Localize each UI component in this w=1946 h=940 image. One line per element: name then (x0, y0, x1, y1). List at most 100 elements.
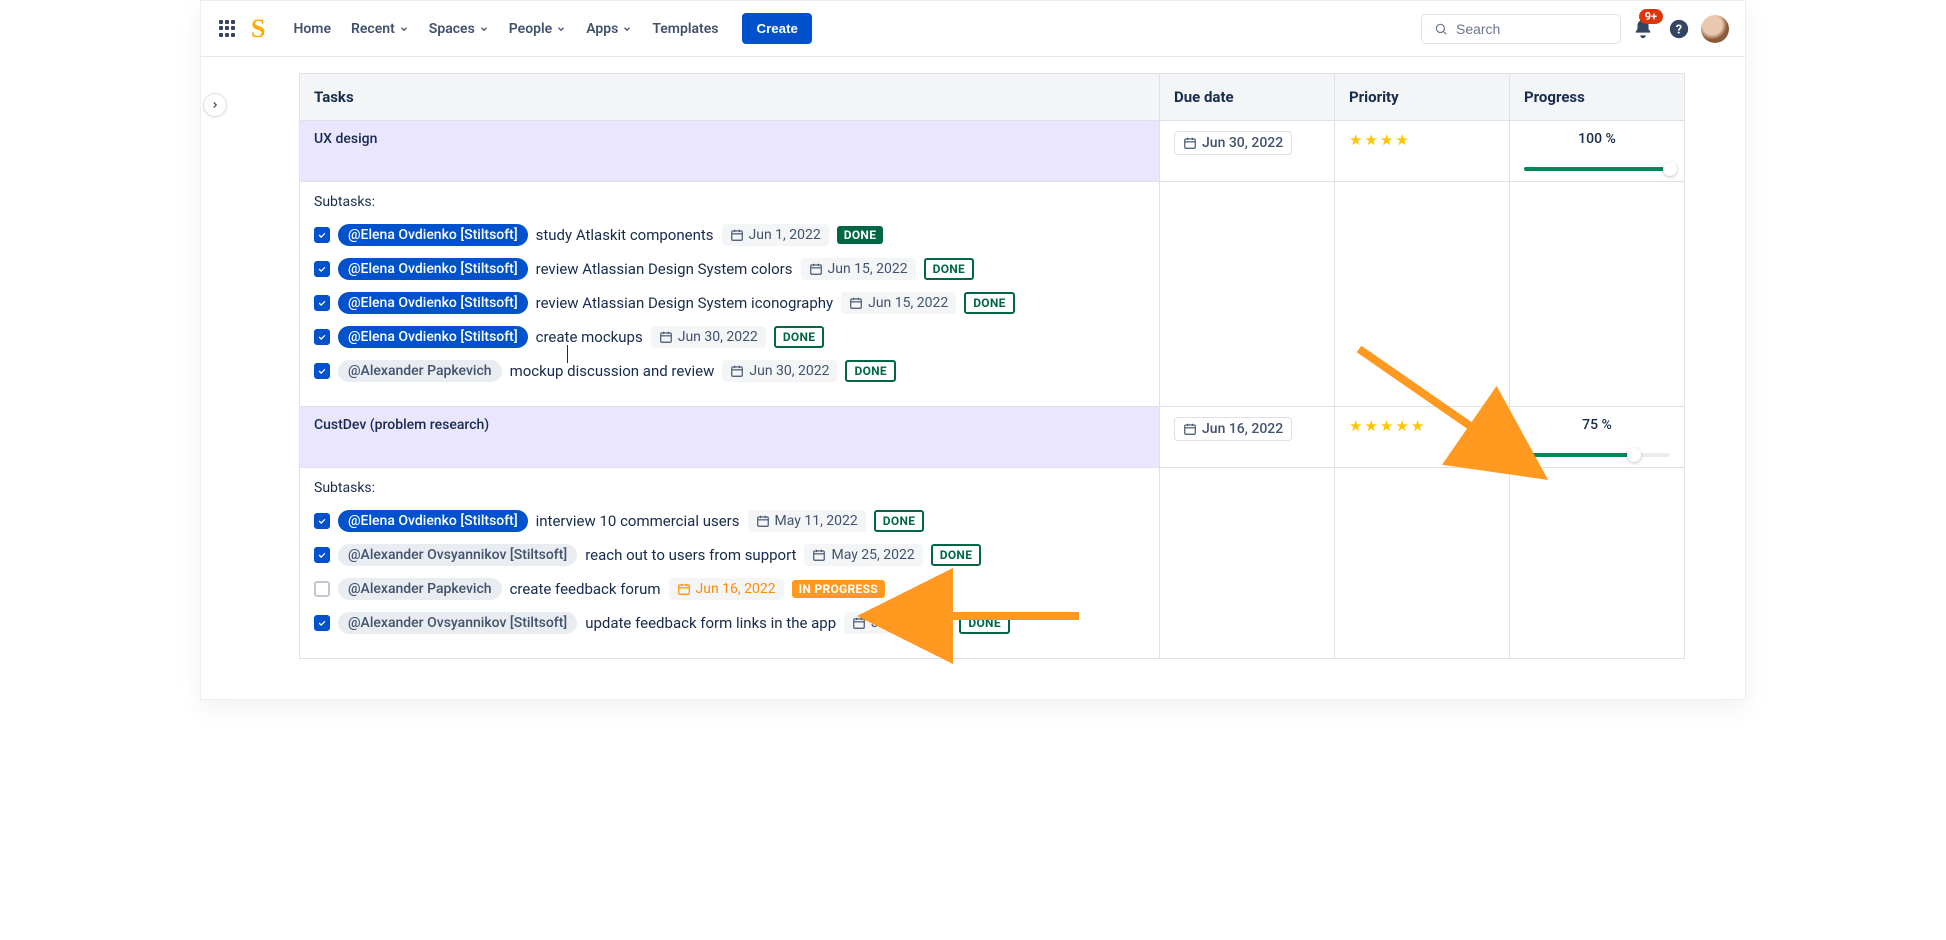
user-mention[interactable]: @Alexander Ovsyannikov [Stiltsoft] (338, 544, 577, 566)
empty-cell (1335, 468, 1510, 659)
subtask-item: @Elena Ovdienko [Stiltsoft] create mocku… (314, 326, 1145, 348)
subtask-status[interactable]: DONE (837, 226, 884, 244)
subtask-date[interactable]: May 25, 2022 (804, 544, 922, 566)
user-mention[interactable]: @Alexander Ovsyannikov [Stiltsoft] (338, 612, 577, 634)
subtask-date[interactable]: Jun 1, 2022 (722, 224, 829, 246)
nav-item-spaces[interactable]: Spaces (419, 15, 499, 43)
chevron-down-icon (556, 24, 566, 34)
group-priority[interactable]: ★★★★ (1335, 121, 1510, 182)
progress-thumb[interactable] (1627, 448, 1641, 462)
group-priority[interactable]: ★★★★★ (1335, 407, 1510, 468)
calendar-icon (809, 262, 823, 276)
user-mention[interactable]: @Alexander Papkevich (338, 360, 502, 382)
progress-bar[interactable] (1524, 453, 1670, 457)
notification-badge: 9+ (1639, 9, 1663, 24)
sidebar-expand-button[interactable] (203, 93, 227, 117)
star-icon: ★ (1395, 417, 1408, 435)
subtask-status[interactable]: DONE (874, 510, 925, 532)
subtask-status[interactable]: IN PROGRESS (792, 580, 885, 598)
subtask-text[interactable]: create mockups (536, 328, 643, 346)
group-progress[interactable]: 75 % (1510, 407, 1685, 468)
header-tasks: Tasks (300, 74, 1160, 121)
apps-switcher-icon[interactable] (217, 19, 237, 39)
subtask-status[interactable]: DONE (931, 544, 982, 566)
nav-item-home[interactable]: Home (283, 15, 341, 43)
progress-bar[interactable] (1524, 167, 1670, 171)
subtask-date[interactable]: Jun 30, 2022 (651, 326, 766, 348)
subtask-item: @Alexander Ovsyannikov [Stiltsoft] reach… (314, 544, 1145, 566)
subtask-item: @Alexander Papkevich mockup discussion a… (314, 360, 1145, 382)
help-icon[interactable]: ? (1665, 15, 1693, 43)
search-input[interactable] (1456, 21, 1608, 37)
group-row: UX design Jun 30, 2022★★★★ 100 % (300, 121, 1685, 182)
subtask-text[interactable]: study Atlaskit components (536, 226, 714, 244)
calendar-icon (1183, 136, 1197, 150)
user-mention[interactable]: @Elena Ovdienko [Stiltsoft] (338, 292, 528, 314)
subtask-text[interactable]: update feedback form links in the app (585, 614, 836, 632)
calendar-icon (730, 364, 744, 378)
subtask-checkbox[interactable] (314, 295, 330, 311)
subtask-date[interactable]: Jun 1, 2022 (844, 612, 951, 634)
group-progress[interactable]: 100 % (1510, 121, 1685, 182)
nav-item-templates[interactable]: Templates (642, 15, 728, 43)
progress-label: 100 % (1524, 131, 1670, 147)
progress-thumb[interactable] (1663, 162, 1677, 176)
empty-cell (1510, 468, 1685, 659)
svg-text:?: ? (1676, 22, 1682, 37)
user-mention[interactable]: @Alexander Papkevich (338, 578, 502, 600)
subtask-date[interactable]: Jun 30, 2022 (722, 360, 837, 382)
search-box[interactable] (1421, 14, 1621, 44)
subtask-checkbox[interactable] (314, 261, 330, 277)
app-logo[interactable]: S (251, 14, 265, 44)
empty-cell (1510, 182, 1685, 407)
group-name[interactable]: CustDev (problem research) (300, 407, 1160, 468)
chevron-down-icon (479, 24, 489, 34)
subtask-text[interactable]: review Atlassian Design System iconograp… (536, 294, 833, 312)
subtask-checkbox[interactable] (314, 329, 330, 345)
subtasks-cell: Subtasks: @Elena Ovdienko [Stiltsoft] int… (300, 468, 1160, 659)
user-mention[interactable]: @Elena Ovdienko [Stiltsoft] (338, 224, 528, 246)
subtask-item: @Alexander Papkevich create feedback for… (314, 578, 1145, 600)
subtask-text[interactable]: review Atlassian Design System colors (536, 260, 793, 278)
sidebar-collapse-handle (201, 57, 229, 699)
subtask-date[interactable]: Jun 15, 2022 (841, 292, 956, 314)
text-cursor (567, 345, 568, 363)
user-mention[interactable]: @Elena Ovdienko [Stiltsoft] (338, 326, 528, 348)
subtask-date[interactable]: May 11, 2022 (748, 510, 866, 532)
nav-item-people[interactable]: People (499, 15, 576, 43)
nav-item-recent[interactable]: Recent (341, 15, 419, 43)
subtask-text[interactable]: interview 10 commercial users (536, 512, 740, 530)
group-name[interactable]: UX design (300, 121, 1160, 182)
subtask-date[interactable]: Jun 16, 2022 (669, 578, 784, 600)
subtask-checkbox[interactable] (314, 581, 330, 597)
subtask-checkbox[interactable] (314, 615, 330, 631)
subtask-checkbox[interactable] (314, 363, 330, 379)
user-avatar[interactable] (1701, 15, 1729, 43)
create-button[interactable]: Create (742, 13, 812, 44)
subtask-status[interactable]: DONE (774, 326, 825, 348)
subtask-item: @Elena Ovdienko [Stiltsoft] interview 10… (314, 510, 1145, 532)
header-priority: Priority (1335, 74, 1510, 121)
subtask-text[interactable]: mockup discussion and review (510, 362, 715, 380)
subtasks-label: Subtasks: (314, 194, 1145, 210)
empty-cell (1160, 182, 1335, 407)
subtask-checkbox[interactable] (314, 513, 330, 529)
subtasks-label: Subtasks: (314, 480, 1145, 496)
subtask-text[interactable]: reach out to users from support (585, 546, 796, 564)
subtask-status[interactable]: DONE (845, 360, 896, 382)
subtask-status[interactable]: DONE (959, 612, 1010, 634)
subtask-status[interactable]: DONE (964, 292, 1015, 314)
user-mention[interactable]: @Elena Ovdienko [Stiltsoft] (338, 258, 528, 280)
subtask-text[interactable]: create feedback forum (510, 580, 661, 598)
subtask-checkbox[interactable] (314, 547, 330, 563)
notifications-icon[interactable]: 9+ (1629, 15, 1657, 43)
subtasks-row: Subtasks: @Elena Ovdienko [Stiltsoft] stu… (300, 182, 1685, 407)
subtask-status[interactable]: DONE (924, 258, 975, 280)
user-mention[interactable]: @Elena Ovdienko [Stiltsoft] (338, 510, 528, 532)
group-due[interactable]: Jun 30, 2022 (1160, 121, 1335, 182)
group-due[interactable]: Jun 16, 2022 (1160, 407, 1335, 468)
nav-item-apps[interactable]: Apps (576, 15, 642, 43)
calendar-icon (849, 296, 863, 310)
subtask-date[interactable]: Jun 15, 2022 (801, 258, 916, 280)
subtask-checkbox[interactable] (314, 227, 330, 243)
